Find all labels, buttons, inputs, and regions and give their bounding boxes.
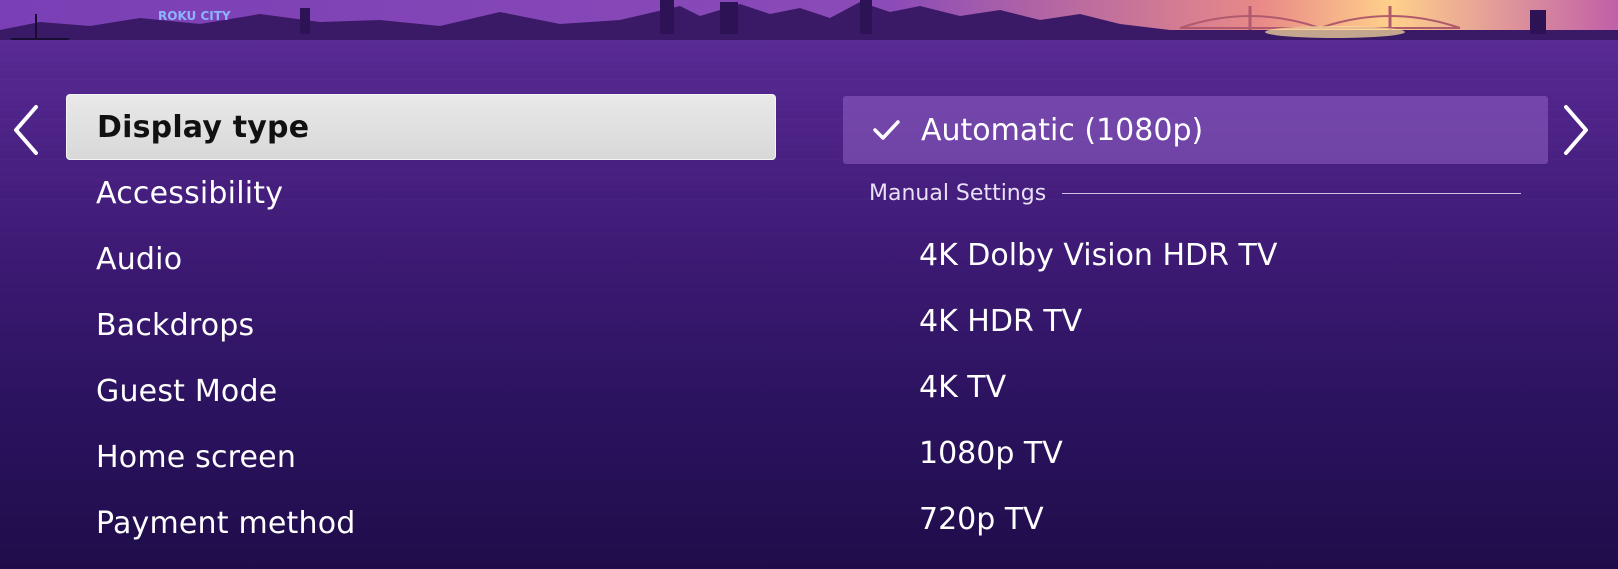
menu-item-audio[interactable]: Audio: [66, 226, 776, 292]
menu-item-payment-method[interactable]: Payment method: [66, 490, 776, 556]
manual-settings-header: Manual Settings: [843, 164, 1548, 222]
settings-menu: Display type Accessibility Audio Backdro…: [66, 94, 776, 556]
menu-item-home-screen[interactable]: Home screen: [66, 424, 776, 490]
option-720p-tv[interactable]: 720p TV: [843, 486, 1548, 552]
skyline-illustration: ROKU CITY: [0, 0, 1618, 40]
option-1080p-tv[interactable]: 1080p TV: [843, 420, 1548, 486]
roku-city-sign: ROKU CITY: [158, 9, 231, 23]
chevron-right-icon: [1564, 105, 1588, 155]
menu-item-backdrops[interactable]: Backdrops: [66, 292, 776, 358]
chevron-left-icon: [14, 105, 38, 155]
display-type-options: Automatic (1080p) Manual Settings 4K Dol…: [843, 96, 1548, 552]
option-automatic[interactable]: Automatic (1080p): [843, 96, 1548, 164]
manual-settings-title: Manual Settings: [869, 180, 1047, 206]
option-4k-hdr-tv[interactable]: 4K HDR TV: [843, 288, 1548, 354]
option-4k-tv[interactable]: 4K TV: [843, 354, 1548, 420]
city-skyline-banner: ROKU CITY: [0, 0, 1618, 40]
option-automatic-label: Automatic (1080p): [921, 112, 1204, 148]
menu-item-display-type[interactable]: Display type: [66, 94, 776, 160]
menu-item-accessibility[interactable]: Accessibility: [66, 160, 776, 226]
nav-forward-button[interactable]: [1556, 98, 1596, 162]
section-divider: [1062, 192, 1521, 194]
option-4k-dolby-vision-hdr-tv[interactable]: 4K Dolby Vision HDR TV: [843, 222, 1548, 288]
checkmark-icon: [871, 113, 905, 147]
nav-back-button[interactable]: [6, 98, 46, 162]
menu-item-guest-mode[interactable]: Guest Mode: [66, 358, 776, 424]
